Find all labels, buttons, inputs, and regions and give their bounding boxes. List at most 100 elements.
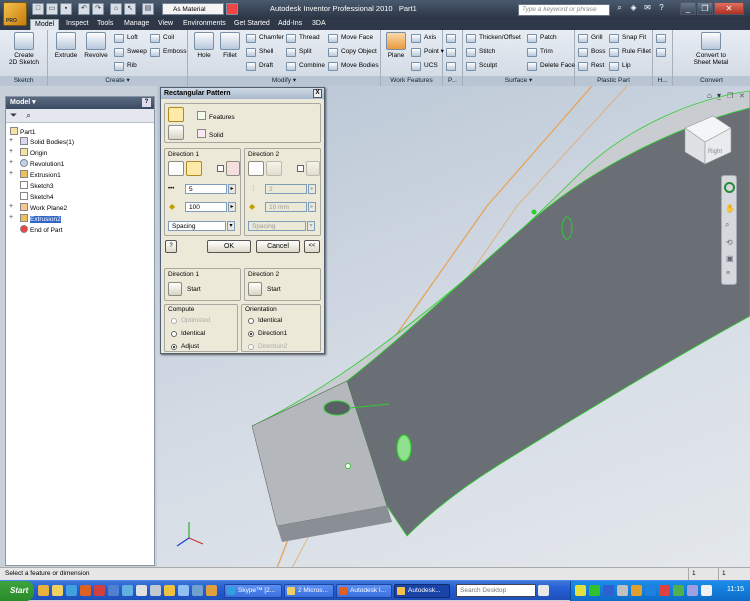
direction2-path-button[interactable] — [248, 161, 264, 176]
quicklaunch-icon-2[interactable] — [52, 585, 63, 596]
new-icon[interactable]: □ — [32, 3, 44, 15]
subscription-icon[interactable]: ◈ — [628, 3, 639, 14]
volume-icon[interactable] — [701, 585, 712, 596]
viewport-close-icon[interactable]: ✕ — [739, 93, 745, 100]
tab-3da[interactable]: 3DA — [308, 19, 330, 30]
direction2-count-arrow[interactable]: ▸ — [308, 184, 316, 194]
shell-button[interactable]: Shell — [246, 47, 273, 58]
steering-wheel-icon[interactable] — [724, 182, 735, 193]
tab-tools[interactable]: Tools — [93, 19, 117, 30]
direction1-type-dropdown[interactable]: ▾ — [227, 221, 235, 231]
taskbar-autodesk-1[interactable]: Autodesk I... — [336, 584, 392, 598]
tab-manage[interactable]: Manage — [120, 19, 153, 30]
quicklaunch-icon-12[interactable] — [192, 585, 203, 596]
orbit-icon[interactable]: ⟲ — [726, 238, 733, 247]
adjust-radio[interactable] — [171, 344, 177, 350]
copy-object-button[interactable]: Copy Object — [328, 47, 377, 58]
quicklaunch-icon-3[interactable] — [66, 585, 77, 596]
direction1-spacing-arrow[interactable]: ▸ — [228, 202, 236, 212]
solid-button[interactable] — [168, 125, 184, 140]
direction1-count-input[interactable]: 5 — [185, 184, 227, 194]
create-2d-sketch-button[interactable]: Create 2D Sketch — [6, 32, 42, 66]
move-bodies-button[interactable]: Move Bodies — [328, 61, 379, 72]
fillet-button[interactable]: Fillet — [218, 32, 242, 59]
sculpt-button[interactable]: Sculpt — [466, 61, 497, 72]
hole-feature-2[interactable] — [323, 400, 351, 416]
direction2-spacing-arrow[interactable]: ▸ — [308, 202, 316, 212]
convert-to-sheet-metal-button[interactable]: Convert to Sheet Metal — [679, 32, 743, 66]
viewport-minimize-icon[interactable]: _ — [716, 93, 721, 100]
binoculars-icon[interactable]: ⌕ — [614, 3, 625, 14]
viewport-restore-icon[interactable]: ❐ — [727, 92, 733, 100]
grill-button[interactable]: Grill — [578, 33, 603, 44]
trim-button[interactable]: Trim — [527, 47, 553, 58]
split-button[interactable]: Split — [286, 47, 312, 58]
quicklaunch-icon-7[interactable] — [122, 585, 133, 596]
harness-button-1[interactable] — [656, 33, 669, 44]
identical-radio[interactable] — [171, 331, 177, 337]
direction1-flip-button[interactable] — [186, 161, 202, 176]
direction2-radio[interactable] — [248, 344, 254, 350]
tray-icon-6[interactable] — [645, 585, 656, 596]
tray-icon-8[interactable] — [673, 585, 684, 596]
snap-fit-button[interactable]: Snap Fit — [609, 33, 646, 44]
help-search-input[interactable]: Type a keyword or phrase — [518, 4, 610, 16]
restore-button[interactable]: ❐ — [697, 2, 713, 15]
hole-button[interactable]: Hole — [192, 32, 216, 59]
comm-center-icon[interactable]: ✉ — [642, 3, 653, 14]
close-button[interactable]: ✕ — [714, 2, 744, 15]
boss-button[interactable]: Boss — [578, 47, 605, 58]
tab-model[interactable]: Model — [30, 19, 60, 30]
rule-fillet-button[interactable]: Rule Fillet — [609, 47, 651, 58]
dialog-help-button[interactable]: ? — [165, 240, 177, 253]
direction2-flip-button[interactable] — [266, 161, 282, 176]
taskbar-microsoft[interactable]: 2 Micros... — [284, 584, 334, 598]
ucs-button[interactable]: UCS — [411, 61, 438, 72]
expand-icon[interactable]: + — [9, 137, 13, 144]
start-button[interactable]: Start — [0, 581, 34, 601]
tray-icon-9[interactable] — [687, 585, 698, 596]
tree-item-end-of-part[interactable]: End of Part — [20, 225, 63, 235]
harness-button-2[interactable] — [656, 47, 669, 58]
quicklaunch-icon-1[interactable] — [38, 585, 49, 596]
save-icon[interactable]: ▪ — [60, 3, 72, 15]
tab-inspect[interactable]: Inspect — [62, 19, 93, 30]
dialog-title-bar[interactable]: Rectangular Pattern X — [161, 88, 324, 99]
browser-help-icon[interactable]: ? — [142, 98, 151, 107]
find-icon[interactable]: ⌕ — [26, 110, 31, 121]
hole-feature-3[interactable] — [396, 434, 412, 462]
taskbar-skype[interactable]: Skype™ [2... — [224, 584, 282, 598]
chamfer-button[interactable]: Chamfer — [246, 33, 284, 44]
lip-button[interactable]: Lip — [609, 61, 631, 72]
home-icon[interactable]: ⌂ — [110, 3, 122, 15]
tab-get-started[interactable]: Get Started — [230, 19, 274, 30]
quicklaunch-icon-6[interactable] — [108, 585, 119, 596]
select-icon[interactable]: ↖ — [124, 3, 136, 15]
combine-button[interactable]: Combine — [286, 61, 325, 72]
tray-icon-7[interactable] — [659, 585, 670, 596]
features-selector[interactable]: Features — [197, 111, 235, 122]
emboss-button[interactable]: Emboss — [150, 47, 186, 58]
dialog-close-button[interactable]: X — [313, 89, 322, 98]
plane-button[interactable]: Plane — [384, 32, 408, 59]
tree-item-revolution1[interactable]: Revolution1 — [20, 159, 64, 169]
point-button[interactable]: Point ▾ — [411, 47, 444, 58]
ok-button[interactable]: OK — [207, 240, 251, 253]
loft-button[interactable]: Loft — [114, 33, 138, 44]
tray-icon-1[interactable] — [575, 585, 586, 596]
tray-icon-5[interactable] — [631, 585, 642, 596]
tab-view[interactable]: View — [154, 19, 177, 30]
circular-pattern-button[interactable] — [446, 47, 459, 58]
navbar-options-icon[interactable]: ≡ — [726, 270, 730, 277]
delete-face-button[interactable]: Delete Face — [527, 61, 575, 72]
inventor-app-icon[interactable]: PRO — [3, 2, 27, 26]
more-options-button[interactable]: << — [304, 240, 320, 253]
tree-item-part1[interactable]: Part1 — [10, 127, 36, 137]
rectangular-pattern-button[interactable] — [446, 33, 459, 44]
direction2-count-input[interactable]: 2 — [265, 184, 307, 194]
draft-button[interactable]: Draft — [246, 61, 273, 72]
tree-item-origin[interactable]: Origin — [20, 148, 47, 158]
tree-item-sketch3[interactable]: Sketch3 — [20, 181, 54, 191]
patch-button[interactable]: Patch — [527, 33, 557, 44]
undo-icon[interactable]: ↶ — [78, 3, 90, 15]
